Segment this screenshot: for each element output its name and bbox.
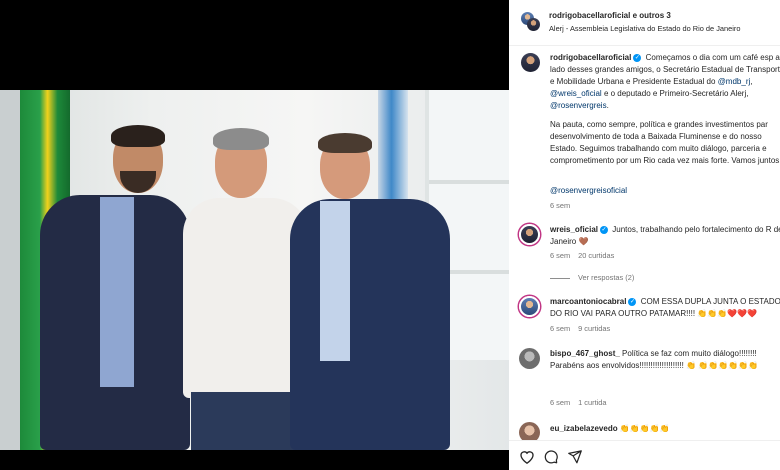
comment-4: eu_izabelazevedo 👏👏👏👏👏 xyxy=(550,423,772,435)
comment-1-meta: 6 sem 20 curtidas xyxy=(550,251,614,260)
comment-username[interactable]: wreis_oficial xyxy=(550,225,598,234)
post-media xyxy=(0,0,509,470)
avatar-commenter-2[interactable] xyxy=(519,296,540,317)
comment-username[interactable]: bispo_467_ghost_ xyxy=(550,349,620,358)
post-panel: rodrigobacellaroficial e outros 3 Alerj … xyxy=(509,0,780,470)
comment-username[interactable]: marcoantoniocabral xyxy=(550,297,626,306)
avatar-author[interactable] xyxy=(521,53,540,72)
view-replies-button[interactable]: Ver respostas (2) xyxy=(550,273,634,282)
caption-paragraph-2: Na pauta, como sempre, política e grande… xyxy=(550,120,780,165)
post-photo[interactable] xyxy=(0,90,509,450)
comments-scroll-area[interactable]: rodrigobacellaroficial ✓ Começamos o dia … xyxy=(509,47,780,443)
mention-wreis[interactable]: @wreis_oficial xyxy=(550,89,602,98)
comment-text: 👏👏👏👏👏 xyxy=(619,424,670,433)
mention-mdb[interactable]: @mdb_rj xyxy=(718,77,751,86)
comment-3: bispo_467_ghost_ Política se faz com mui… xyxy=(550,348,772,372)
share-icon[interactable] xyxy=(567,449,583,469)
post-header: rodrigobacellaroficial e outros 3 Alerj … xyxy=(509,0,780,46)
comment-1: wreis_oficial ✓ Juntos, trabalhando pelo … xyxy=(550,224,780,248)
verified-badge-icon: ✓ xyxy=(600,225,609,234)
comment-time: 6 sem xyxy=(550,324,571,333)
comment-time: 6 sem xyxy=(550,251,571,260)
comment-2-meta: 6 sem 9 curtidas xyxy=(550,324,610,333)
caption: rodrigobacellaroficial ✓ Começamos o dia … xyxy=(550,52,780,112)
person-left xyxy=(40,125,190,450)
comment-username[interactable]: eu_izabelazevedo xyxy=(550,424,618,433)
post-actions-bar xyxy=(509,440,780,470)
caption-text-2: e o deputado e Primeiro-Secretário Alerj… xyxy=(603,89,749,98)
caption-username[interactable]: rodrigobacellaroficial xyxy=(550,53,631,62)
caption-time: 6 sem xyxy=(550,201,571,210)
avatar-commenter-1[interactable] xyxy=(519,224,540,245)
comment-3-meta: 6 sem 1 curtida xyxy=(550,398,607,407)
comment-likes[interactable]: 20 curtidas xyxy=(578,251,614,260)
avatar-commenter-3[interactable] xyxy=(519,348,540,369)
mention-rosenvergreis[interactable]: @rosenvergreis xyxy=(550,101,607,110)
avatar-collab-2[interactable] xyxy=(527,18,540,31)
comment-time: 6 sem xyxy=(550,398,571,407)
heart-icon[interactable] xyxy=(519,449,535,469)
comment-icon[interactable] xyxy=(543,449,559,469)
post-location[interactable]: Alerj - Assembleia Legislativa do Estado… xyxy=(549,24,740,33)
person-right xyxy=(290,133,450,450)
verified-badge-icon: ✓ xyxy=(633,53,642,62)
comment-likes[interactable]: 1 curtida xyxy=(578,398,606,407)
caption-tag[interactable]: @rosenvergreisoficial xyxy=(550,185,627,197)
comment-likes[interactable]: 9 curtidas xyxy=(578,324,610,333)
verified-badge-icon: ✓ xyxy=(628,297,637,306)
post-author-title[interactable]: rodrigobacellaroficial e outros 3 xyxy=(549,11,671,20)
comment-2: marcoantoniocabral ✓ COM ESSA DUPLA JUNTA… xyxy=(550,296,780,320)
